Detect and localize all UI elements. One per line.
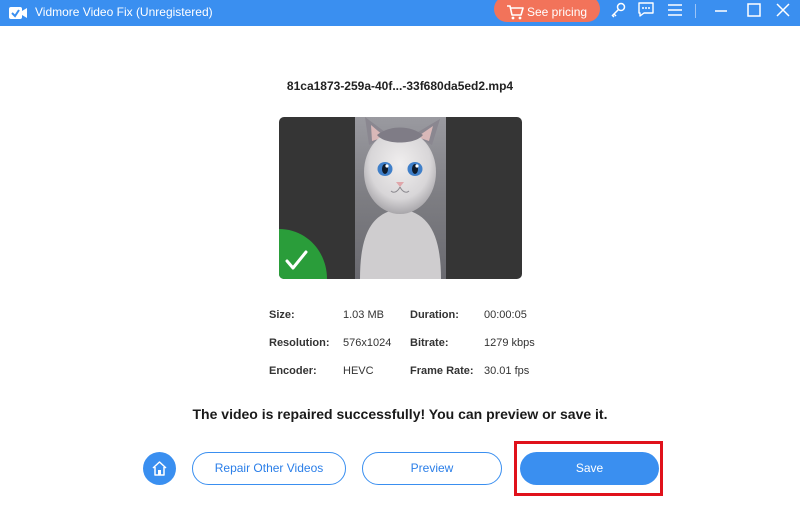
- see-pricing-button[interactable]: See pricing: [494, 0, 600, 22]
- bitrate-label: Bitrate:: [410, 337, 449, 349]
- app-logo-icon: [9, 7, 27, 19]
- encoder-value: HEVC: [343, 365, 374, 377]
- home-button[interactable]: [143, 452, 176, 485]
- duration-label: Duration:: [410, 309, 459, 321]
- see-pricing-label: See pricing: [527, 5, 588, 19]
- title-bar: Vidmore Video Fix (Unregistered) See pri…: [0, 0, 800, 26]
- minimize-icon[interactable]: [712, 1, 730, 19]
- preview-button[interactable]: Preview: [362, 452, 502, 485]
- feedback-icon[interactable]: [637, 1, 655, 19]
- home-icon: [152, 461, 167, 476]
- titlebar-divider: [695, 4, 696, 18]
- key-icon[interactable]: [609, 1, 627, 19]
- close-icon[interactable]: [774, 1, 792, 19]
- cart-icon: [507, 5, 524, 20]
- check-icon: [279, 229, 327, 279]
- encoder-label: Encoder:: [269, 365, 317, 377]
- maximize-icon[interactable]: [745, 1, 763, 19]
- video-frame-image: [355, 117, 446, 279]
- resolution-label: Resolution:: [269, 337, 330, 349]
- framerate-value: 30.01 fps: [484, 365, 530, 377]
- framerate-label: Frame Rate:: [410, 365, 474, 377]
- resolution-value: 576x1024: [343, 337, 392, 349]
- save-button[interactable]: Save: [520, 452, 659, 485]
- repair-other-videos-button[interactable]: Repair Other Videos: [192, 452, 346, 485]
- video-filename: 81ca1873-259a-40f...-33f680da5ed2.mp4: [286, 79, 514, 93]
- size-value: 1.03 MB: [343, 309, 384, 321]
- duration-value: 00:00:05: [484, 309, 527, 321]
- bitrate-value: 1279 kbps: [484, 337, 535, 349]
- repair-success-message: The video is repaired successfully! You …: [192, 406, 608, 422]
- menu-icon[interactable]: [666, 1, 684, 19]
- size-label: Size:: [269, 309, 295, 321]
- app-title: Vidmore Video Fix (Unregistered): [35, 5, 213, 19]
- video-thumbnail: [279, 117, 522, 279]
